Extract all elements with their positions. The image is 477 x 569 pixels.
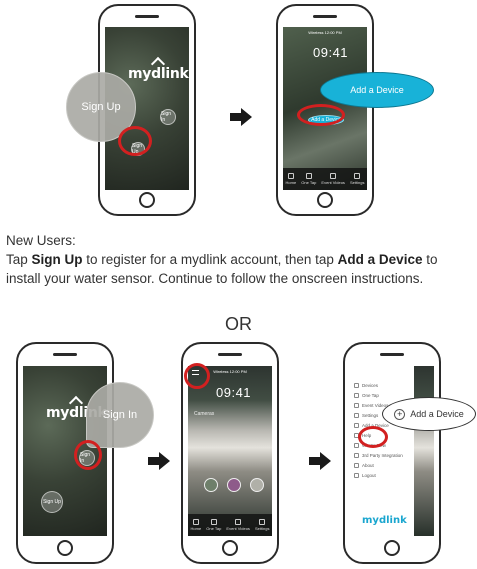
camera-thumbnail[interactable] [250,478,264,492]
home-button [384,540,400,556]
tab-home[interactable]: Home [286,173,296,185]
tab-one-tap[interactable]: One Tap [301,173,316,185]
gear-icon [354,412,359,418]
side-menu: Devices One Tap Event Videos Settings Ad… [350,366,414,536]
tab-bar: Home One Tap Event Videos Settings [188,514,272,536]
speaker-slot [218,353,242,356]
plus-icon [354,422,359,428]
speaker-slot [380,353,404,356]
highlight-ring [358,426,388,448]
highlight-ring [184,363,210,389]
devices-icon [354,382,359,388]
sign-up-button[interactable]: Sign Up [41,491,63,513]
home-button [139,192,155,208]
about-icon [354,462,359,468]
gear-icon [354,173,361,179]
phone-mockup-5: Devices One Tap Event Videos Settings Ad… [343,342,441,564]
section-title: Cameras [194,411,215,417]
highlight-ring [74,440,102,470]
clock-time: 09:41 [313,45,349,60]
arrow-right-icon [230,108,252,126]
sign-in-button[interactable]: Sign In [160,109,176,125]
new-users-heading: New Users: [6,233,76,248]
video-icon [235,519,242,525]
highlight-ring [297,104,345,126]
clock-time: 09:41 [216,385,252,400]
one-tap-icon [305,173,312,179]
arrow-right-icon [309,452,331,470]
video-icon [330,173,337,179]
one-tap-icon [354,392,359,398]
gear-icon [259,519,266,525]
tab-home[interactable]: Home [191,519,201,531]
sign-in-callout: Sign In [86,382,154,448]
plus-icon: + [394,408,406,420]
info-icon [354,442,359,448]
status-bar: Wireless 12:00 PM [308,29,342,35]
link-icon [354,452,359,458]
camera-thumbnail[interactable] [204,478,218,492]
camera-thumbnail[interactable] [227,478,241,492]
menu-screen: Devices One Tap Event Videos Settings Ad… [350,366,434,536]
home-button [222,540,238,556]
dashboard-screen: Wireless 12:00 PM 09:41 Cameras Home One… [188,366,272,536]
speaker-slot [53,353,77,356]
home-button [317,192,333,208]
tab-event-videos[interactable]: Event Videos [321,173,345,185]
tab-settings[interactable]: Settings [350,173,364,185]
mydlink-logo: mydlink [128,56,189,82]
home-icon [192,519,199,525]
menu-item-integration[interactable]: 3rd Party Integration [350,450,414,460]
instruction-paragraph: Tap Sign Up to register for a mydlink ac… [6,252,438,286]
video-icon [354,402,359,408]
home-button [57,540,73,556]
or-separator: OR [225,314,252,334]
mydlink-logo: mydlink [362,515,407,526]
home-icon [287,173,294,179]
highlight-ring [118,126,152,156]
menu-item-devices[interactable]: Devices [350,380,414,390]
tab-settings[interactable]: Settings [255,519,269,531]
logout-icon [354,472,359,478]
add-device-callout: + Add a Device [382,397,476,431]
tab-bar: Home One Tap Event Videos Settings [283,168,367,190]
speaker-slot [313,15,337,18]
tab-one-tap[interactable]: One Tap [206,519,221,531]
menu-item-logout[interactable]: Logout [350,470,414,480]
add-device-callout: Add a Device [320,72,434,108]
speaker-slot [135,15,159,18]
tab-event-videos[interactable]: Event Videos [226,519,250,531]
menu-item-about[interactable]: About [350,460,414,470]
arrow-right-icon [148,452,170,470]
one-tap-icon [210,519,217,525]
